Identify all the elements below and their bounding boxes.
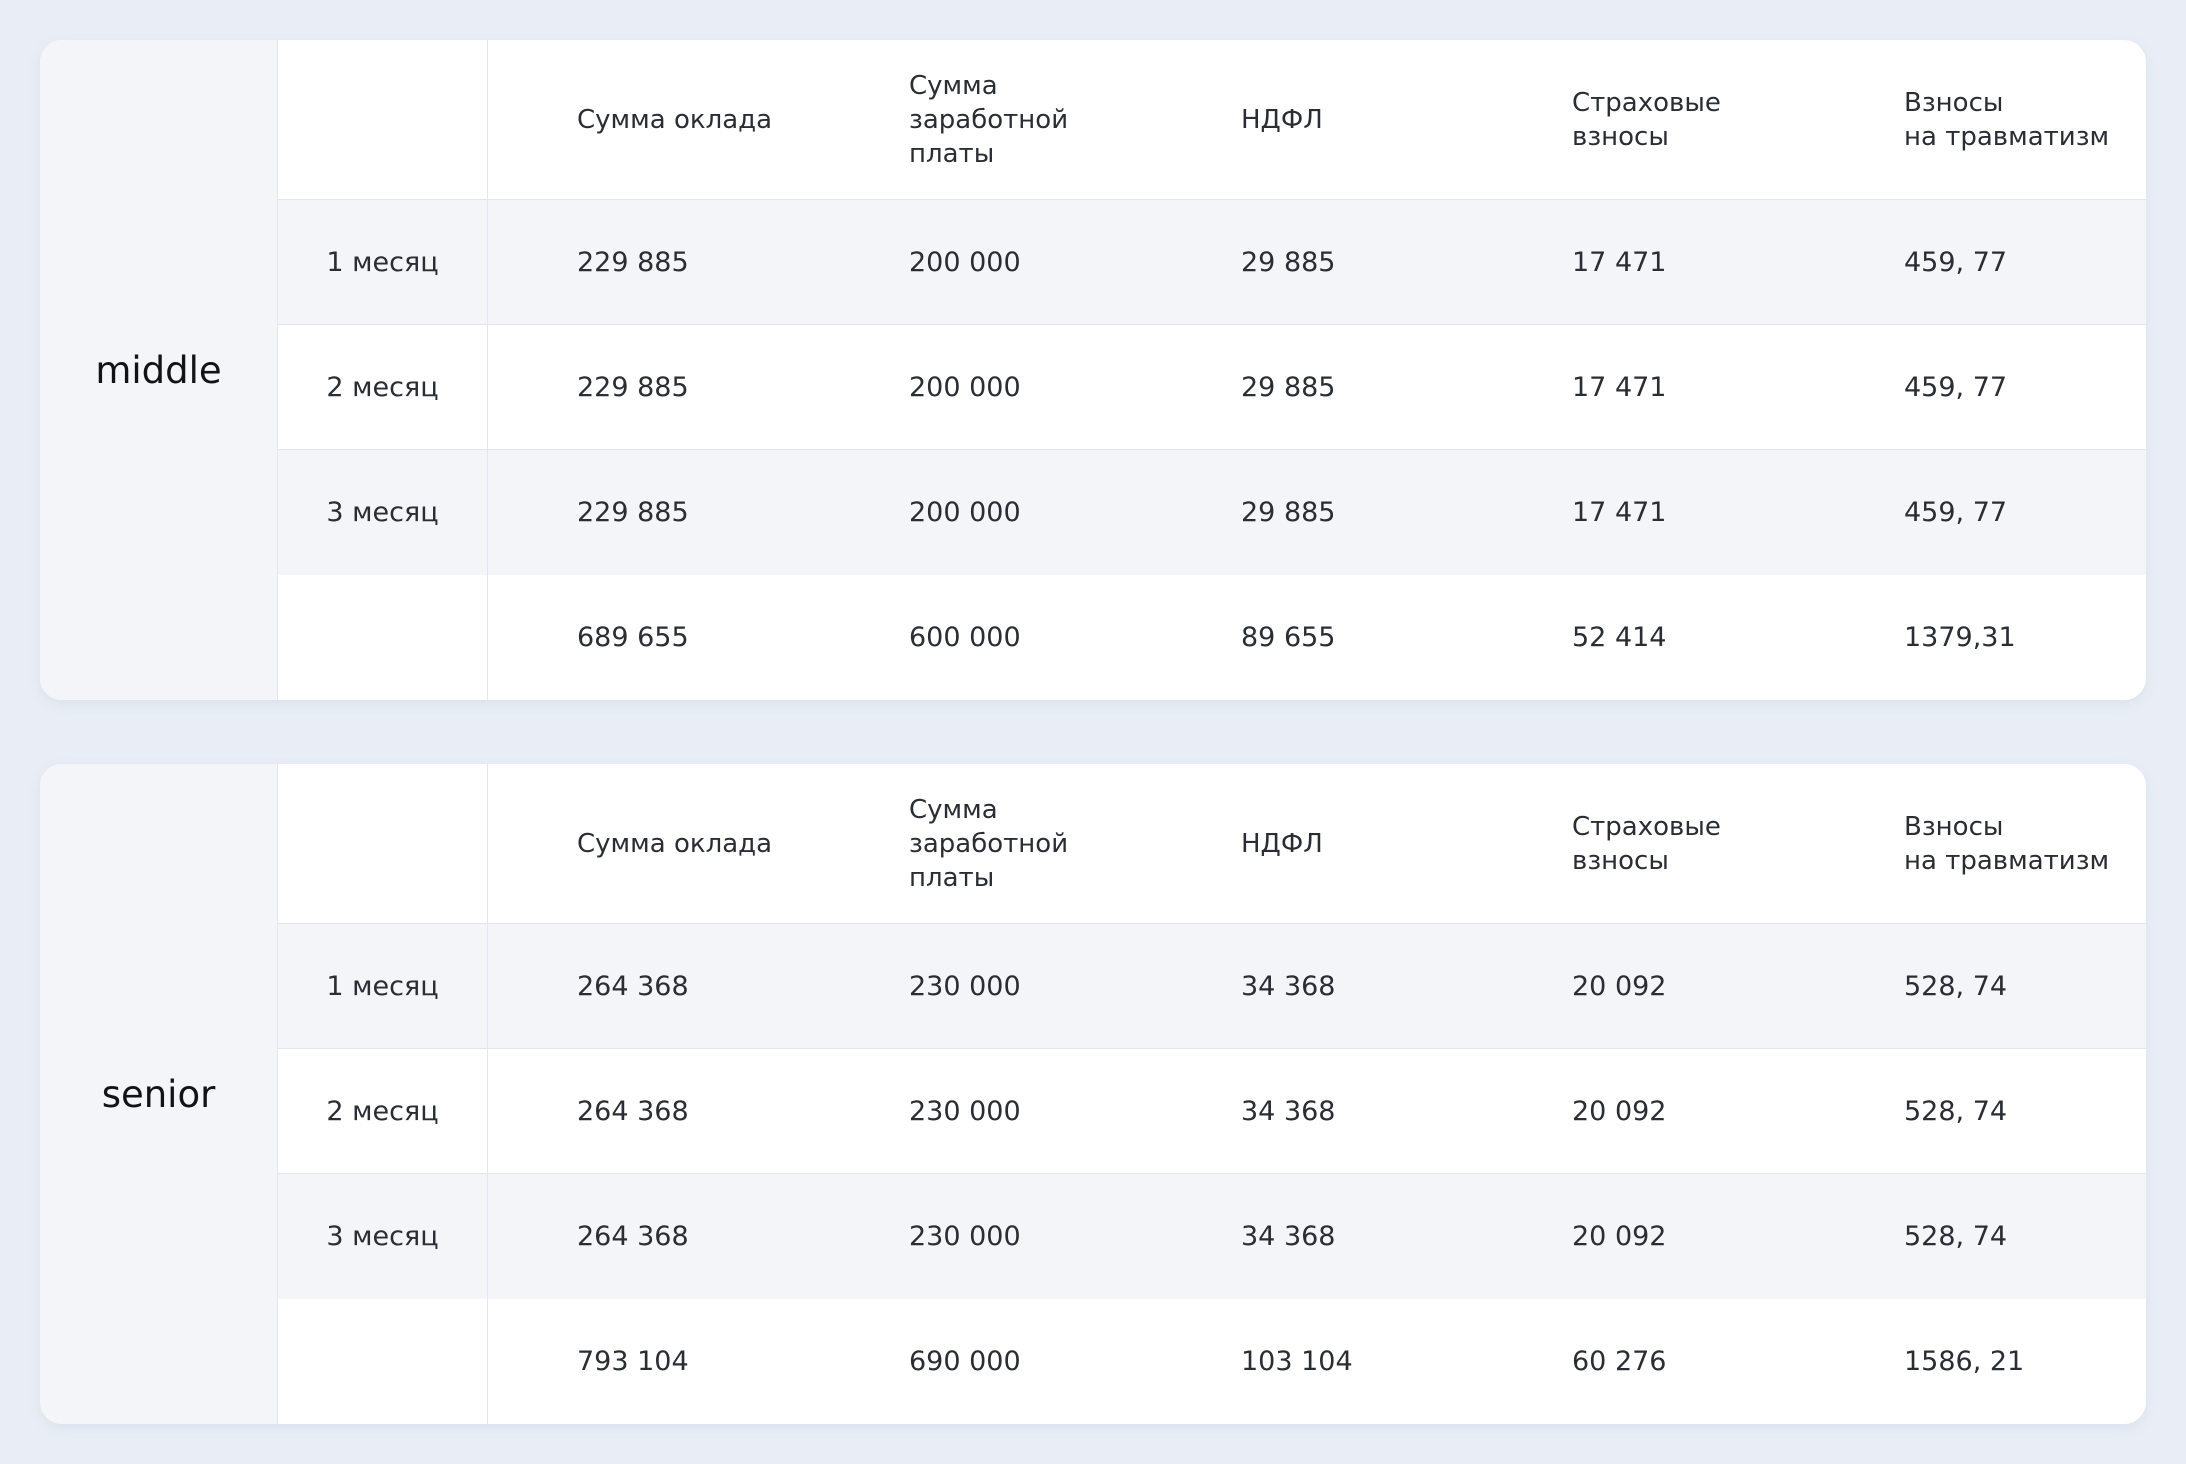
table-grid: Сумма оклада Сумма заработной платы НДФЛ… [278,40,2146,700]
salary-amount-cell: 264 368 [577,970,689,1002]
salary-table-middle: middle Сумма оклада Сумма заработной пла… [40,40,2146,700]
level-label: senior [40,764,278,1424]
insurance-cell: 20 092 [1572,1095,1667,1127]
salary-table-senior: senior Сумма оклада Сумма заработной пла… [40,764,2146,1424]
insurance-cell: 20 092 [1572,970,1667,1002]
table-row: 1 месяц 229 885 200 000 29 885 17 471 45… [278,200,2146,325]
header-injury-contributions: Взносы на травматизм [1904,87,2110,152]
total-injury: 1379,31 [1904,622,2016,653]
totals-row: 689 655 600 000 89 655 52 414 1379,31 [278,575,2146,700]
table-row: 3 месяц 229 885 200 000 29 885 17 471 45… [278,450,2146,575]
insurance-cell: 17 471 [1572,246,1667,278]
income-tax-cell: 29 885 [1241,497,1336,528]
insurance-cell: 20 092 [1572,1221,1667,1252]
level-label: middle [40,40,278,700]
injury-cell: 528, 74 [1904,1221,2008,1252]
wage-amount-cell: 200 000 [909,246,1021,278]
header-wage-amount: Сумма заработной платы [909,794,1069,893]
header-empty-cell [278,40,488,199]
income-tax-cell: 29 885 [1241,246,1336,278]
insurance-cell: 17 471 [1572,497,1667,528]
total-wage-amount: 690 000 [909,1346,1021,1377]
salary-amount-cell: 264 368 [577,1221,689,1252]
injury-cell: 459, 77 [1904,246,2008,278]
table-grid: Сумма оклада Сумма заработной платы НДФЛ… [278,764,2146,1424]
wage-amount-cell: 200 000 [909,371,1021,403]
salary-amount-cell: 264 368 [577,1095,689,1127]
header-wage-amount: Сумма заработной платы [909,70,1069,169]
salary-amount-cell: 229 885 [577,371,689,403]
total-income-tax: 89 655 [1241,622,1336,653]
table-row: 2 месяц 264 368 230 000 34 368 20 092 52… [278,1049,2146,1174]
month-label: 2 месяц [278,325,488,449]
income-tax-cell: 34 368 [1241,970,1336,1002]
table-row: 2 месяц 229 885 200 000 29 885 17 471 45… [278,325,2146,450]
month-label: 3 месяц [278,450,488,575]
wage-amount-cell: 230 000 [909,1095,1021,1127]
month-label: 3 месяц [278,1174,488,1299]
header-insurance-contributions: Страховые взносы [1572,87,1721,152]
wage-amount-cell: 230 000 [909,1221,1021,1252]
header-insurance-contributions: Страховые взносы [1572,811,1721,876]
injury-cell: 528, 74 [1904,1095,2008,1127]
header-empty-cell [278,764,488,923]
salary-amount-cell: 229 885 [577,246,689,278]
total-salary-amount: 689 655 [577,622,689,653]
totals-row: 793 104 690 000 103 104 60 276 1586, 21 [278,1299,2146,1424]
injury-cell: 528, 74 [1904,970,2008,1002]
income-tax-cell: 34 368 [1241,1221,1336,1252]
insurance-cell: 17 471 [1572,371,1667,403]
income-tax-cell: 34 368 [1241,1095,1336,1127]
income-tax-cell: 29 885 [1241,371,1336,403]
salary-amount-cell: 229 885 [577,497,689,528]
injury-cell: 459, 77 [1904,497,2008,528]
totals-empty-cell [278,1299,488,1424]
totals-empty-cell [278,575,488,700]
wage-amount-cell: 200 000 [909,497,1021,528]
total-salary-amount: 793 104 [577,1346,689,1377]
header-salary-amount: Сумма оклада [577,828,773,859]
wage-amount-cell: 230 000 [909,970,1021,1002]
month-label: 1 месяц [278,200,488,324]
header-income-tax: НДФЛ [1241,828,1323,859]
month-label: 2 месяц [278,1049,488,1173]
header-salary-amount: Сумма оклада [577,104,773,135]
header-income-tax: НДФЛ [1241,104,1323,135]
total-insurance: 52 414 [1572,622,1667,653]
table-header-row: Сумма оклада Сумма заработной платы НДФЛ… [278,40,2146,200]
total-income-tax: 103 104 [1241,1346,1353,1377]
total-wage-amount: 600 000 [909,622,1021,653]
total-insurance: 60 276 [1572,1346,1667,1377]
total-injury: 1586, 21 [1904,1346,2025,1377]
table-row: 3 месяц 264 368 230 000 34 368 20 092 52… [278,1174,2146,1299]
injury-cell: 459, 77 [1904,371,2008,403]
header-injury-contributions: Взносы на травматизм [1904,811,2110,876]
month-label: 1 месяц [278,924,488,1048]
table-row: 1 месяц 264 368 230 000 34 368 20 092 52… [278,924,2146,1049]
table-header-row: Сумма оклада Сумма заработной платы НДФЛ… [278,764,2146,924]
